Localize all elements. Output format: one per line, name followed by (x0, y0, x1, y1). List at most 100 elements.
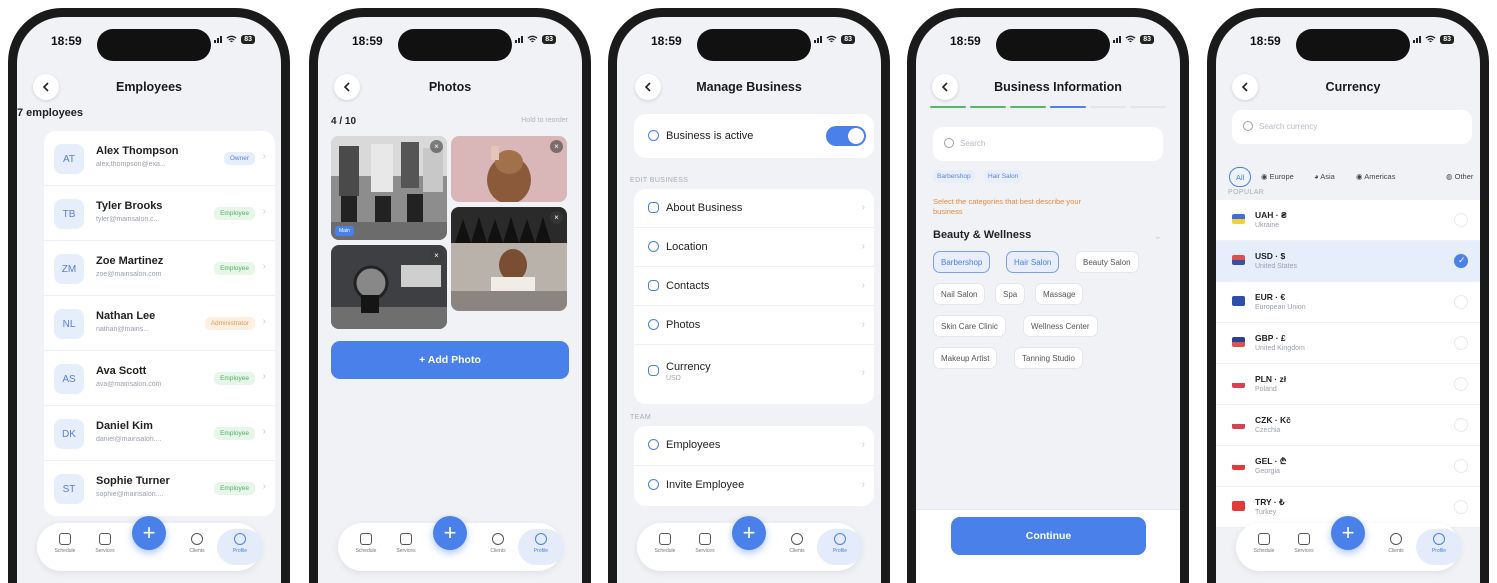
employee-row[interactable]: AS Ava Scott ava@mainsalon.com Employee › (44, 351, 275, 406)
chip-nail-salon[interactable]: Nail Salon (933, 283, 986, 305)
tab-schedule[interactable]: Schedule (1244, 529, 1284, 565)
tab-label: Schedule (654, 548, 676, 554)
chip-makeup-artist[interactable]: Makeup Artist (933, 347, 998, 369)
menu-contacts[interactable]: Contacts › (634, 267, 874, 306)
chevron-left-icon (42, 82, 49, 92)
currency-row[interactable]: GBP · £ United Kingdom (1216, 323, 1480, 364)
calendar-icon (659, 533, 671, 545)
menu-location[interactable]: Location › (634, 228, 874, 267)
employee-row[interactable]: DK Daniel Kim daniel@mainsalon.... Employee… (44, 406, 275, 461)
currency-search-input[interactable]: Search currency (1232, 110, 1472, 144)
remove-photo-icon[interactable]: × (430, 249, 443, 262)
filter-label: Asia (1320, 172, 1335, 181)
tab-clients[interactable]: Clients (1376, 529, 1416, 565)
tab-profile[interactable]: Profile (217, 529, 263, 565)
filter-asia[interactable]: ◕ Asia (1308, 167, 1341, 187)
add-button[interactable]: + (132, 516, 166, 550)
tab-clients[interactable]: Clients (177, 529, 217, 565)
currency-row[interactable]: EUR · € European Union (1216, 282, 1480, 323)
currency-radio[interactable] (1454, 336, 1468, 350)
currency-row[interactable]: GEL · ₾ Georgia (1216, 446, 1480, 487)
add-photo-button[interactable]: + Add Photo (331, 341, 569, 379)
tab-services[interactable]: Services (685, 529, 725, 565)
tab-services[interactable]: Services (1284, 529, 1324, 565)
document-icon (1298, 533, 1310, 545)
tab-schedule[interactable]: Schedule (346, 529, 386, 565)
globe-icon: ◉ (1356, 172, 1365, 181)
employee-name: Alex Thompson (96, 145, 179, 157)
menu-label: Employees (666, 439, 721, 451)
photo-stylist-at-work[interactable]: × (451, 207, 567, 311)
employee-row[interactable]: TB Tyler Brooks tyler@mainsalon.c... Employ… (44, 186, 275, 241)
currency-radio[interactable] (1454, 295, 1468, 309)
back-button[interactable] (932, 74, 958, 100)
tab-services[interactable]: Services (386, 529, 426, 565)
photo-hair-styling[interactable]: × (451, 136, 567, 202)
employee-row[interactable]: AT Alex Thompson alex.thompson@exa... Owner… (44, 131, 275, 186)
tab-schedule[interactable]: Schedule (45, 529, 85, 565)
currency-radio[interactable] (1454, 500, 1468, 514)
currency-radio[interactable] (1454, 418, 1468, 432)
currency-row[interactable]: USD · $ United States (1216, 241, 1480, 282)
chip-barbershop[interactable]: Barbershop (933, 251, 991, 273)
chip-beauty-salon[interactable]: Beauty Salon (1075, 251, 1139, 273)
menu-photos[interactable]: Photos › (634, 306, 874, 345)
category-search-input[interactable]: Search (933, 127, 1163, 161)
add-button[interactable]: + (732, 516, 766, 550)
tab-label: Services (95, 548, 115, 554)
back-button[interactable] (33, 74, 59, 100)
chip-skin-care-clinic[interactable]: Skin Care Clinic (933, 315, 1006, 337)
filter-other[interactable]: ◍ Other (1440, 167, 1479, 187)
continue-button[interactable]: Continue (951, 517, 1146, 555)
battery-icon: 83 (542, 35, 556, 44)
add-button[interactable]: + (1331, 516, 1365, 550)
currency-radio[interactable] (1454, 213, 1468, 227)
selected-chip[interactable]: Hair Salon (984, 170, 1023, 183)
remove-photo-icon[interactable]: × (550, 211, 563, 224)
back-button[interactable] (1232, 74, 1258, 100)
tab-clients[interactable]: Clients (777, 529, 817, 565)
chip-massage[interactable]: Massage (1035, 283, 1084, 305)
currency-radio[interactable] (1454, 377, 1468, 391)
employee-row[interactable]: ZM Zoe Martinez zoe@mainsalon.com Employee › (44, 241, 275, 296)
filter-europe[interactable]: ◉ Europe (1255, 167, 1300, 187)
filter-americas[interactable]: ◉ Americas (1350, 167, 1401, 187)
filter-all[interactable]: All (1229, 167, 1252, 187)
employee-row[interactable]: ST Sophie Turner sophie@mainsalon.... Emplo… (44, 461, 275, 516)
selected-chip[interactable]: Barbershop (933, 170, 975, 183)
currency-radio[interactable] (1454, 254, 1468, 268)
chip-spa[interactable]: Spa (995, 283, 1026, 305)
chip-tanning-studio[interactable]: Tanning Studio (1014, 347, 1083, 369)
tab-profile[interactable]: Profile (1416, 529, 1462, 565)
back-button[interactable] (334, 74, 360, 100)
currency-row[interactable]: CZK · Kč Czechia (1216, 405, 1480, 446)
tab-services[interactable]: Services (85, 529, 125, 565)
tab-profile[interactable]: Profile (518, 529, 564, 565)
chevron-right-icon: › (262, 261, 266, 272)
chevron-down-icon[interactable]: ⌄ (1154, 231, 1162, 242)
remove-photo-icon[interactable]: × (430, 140, 443, 153)
menu-employees[interactable]: Employees › (634, 426, 874, 466)
currency-row[interactable]: UAH · ₴ Ukraine (1216, 200, 1480, 241)
business-active-toggle[interactable] (826, 126, 866, 146)
currency-row[interactable]: PLN · zł Poland (1216, 364, 1480, 405)
business-active-card: Business is active (634, 114, 874, 158)
photo-salon-interior[interactable]: × Main (331, 136, 447, 240)
tab-label: Profile (832, 548, 848, 554)
chip-hair-salon[interactable]: Hair Salon (1006, 251, 1060, 273)
tab-clients[interactable]: Clients (478, 529, 518, 565)
photo-salon-mirror[interactable]: × (331, 245, 447, 329)
employee-row[interactable]: NL Nathan Lee nathan@mains... Administrator… (44, 296, 275, 351)
menu-invite-employee[interactable]: Invite Employee › (634, 466, 874, 506)
tab-label: Schedule (355, 548, 377, 554)
menu-currency[interactable]: Currency USD › (634, 345, 874, 402)
add-button[interactable]: + (433, 516, 467, 550)
chip-wellness-center[interactable]: Wellness Center (1023, 315, 1098, 337)
tab-schedule[interactable]: Schedule (645, 529, 685, 565)
currency-radio[interactable] (1454, 459, 1468, 473)
back-button[interactable] (635, 74, 661, 100)
nav-bar: Employees (17, 72, 281, 102)
menu-about-business[interactable]: About Business › (634, 189, 874, 228)
tab-profile[interactable]: Profile (817, 529, 863, 565)
remove-photo-icon[interactable]: × (550, 140, 563, 153)
